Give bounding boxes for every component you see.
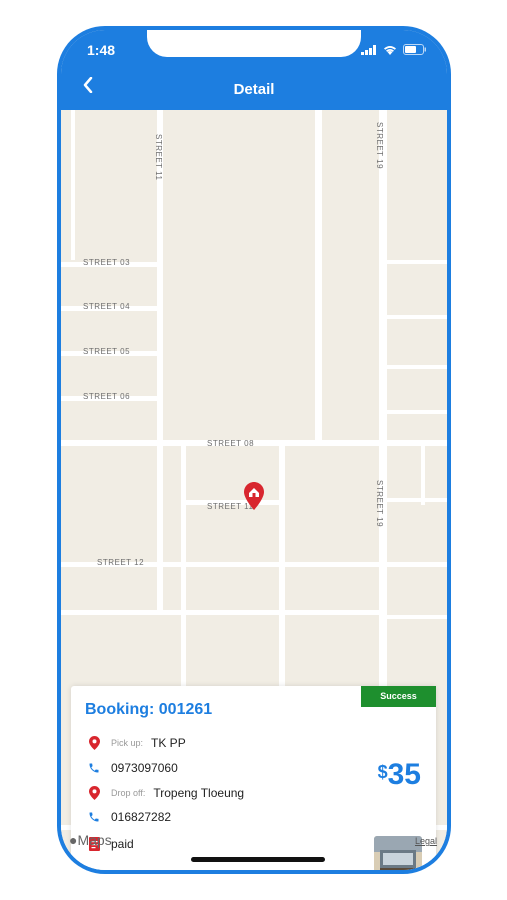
page-title: Detail bbox=[233, 81, 275, 98]
dropoff-pin-icon bbox=[87, 786, 101, 800]
pickup-row: Pick up: TK PP bbox=[87, 736, 186, 750]
signal-icon bbox=[361, 42, 377, 60]
phone-icon bbox=[87, 762, 101, 774]
wifi-icon bbox=[383, 42, 397, 60]
map-view[interactable]: STREET 03 STREET 04 STREET 05 STREET 06 … bbox=[61, 110, 447, 870]
pickup-label: Pick up: bbox=[111, 738, 144, 748]
battery-icon bbox=[403, 42, 427, 60]
home-indicator[interactable] bbox=[191, 857, 325, 862]
maps-attribution: ●Maps bbox=[69, 832, 112, 848]
phone-icon bbox=[87, 811, 101, 823]
dropoff-phone-row[interactable]: 016827282 bbox=[87, 810, 171, 824]
street-label: STREET 04 bbox=[83, 302, 130, 311]
pickup-value: TK PP bbox=[151, 736, 186, 750]
dropoff-phone[interactable]: 016827282 bbox=[111, 810, 171, 824]
dropoff-row: Drop off: Tropeng Tloeung bbox=[87, 786, 244, 800]
screen: STREET 03 STREET 04 STREET 05 STREET 06 … bbox=[61, 30, 447, 870]
street-label: STREET 19 bbox=[375, 480, 384, 527]
status-badge: Success bbox=[361, 686, 436, 707]
app-header: 1:48 Detail bbox=[61, 30, 447, 110]
price-currency: $ bbox=[377, 762, 388, 782]
status-icons bbox=[361, 42, 427, 60]
price: $35 bbox=[378, 758, 421, 792]
road-street-11 bbox=[157, 110, 163, 610]
road-minor bbox=[315, 110, 322, 445]
street-label: STREET 03 bbox=[83, 258, 130, 267]
price-amount: 35 bbox=[387, 758, 421, 791]
notch bbox=[147, 30, 361, 57]
pickup-phone-row[interactable]: 0973097060 bbox=[87, 761, 178, 775]
street-label: STREET 12 bbox=[97, 558, 144, 567]
street-label: STREET 11 bbox=[154, 134, 163, 180]
dropoff-label: Drop off: bbox=[111, 788, 146, 798]
street-label: STREET 11 bbox=[207, 502, 253, 511]
phone-frame: STREET 03 STREET 04 STREET 05 STREET 06 … bbox=[57, 26, 451, 874]
street-label: STREET 05 bbox=[83, 347, 130, 356]
street-label: STREET 19 bbox=[375, 122, 384, 169]
street-label: STREET 08 bbox=[207, 439, 254, 448]
booking-card[interactable]: Success Booking: 001261 Pick up: TK PP 0… bbox=[71, 686, 436, 870]
pickup-phone[interactable]: 0973097060 bbox=[111, 761, 178, 775]
payment-status: paid bbox=[111, 837, 134, 851]
legal-link[interactable]: Legal bbox=[415, 836, 437, 846]
street-label: STREET 06 bbox=[83, 392, 130, 401]
dropoff-value: Tropeng Tloeung bbox=[153, 786, 245, 800]
status-time: 1:48 bbox=[87, 42, 116, 58]
pickup-pin-icon bbox=[87, 736, 101, 750]
booking-title: Booking: 001261 bbox=[85, 701, 213, 718]
